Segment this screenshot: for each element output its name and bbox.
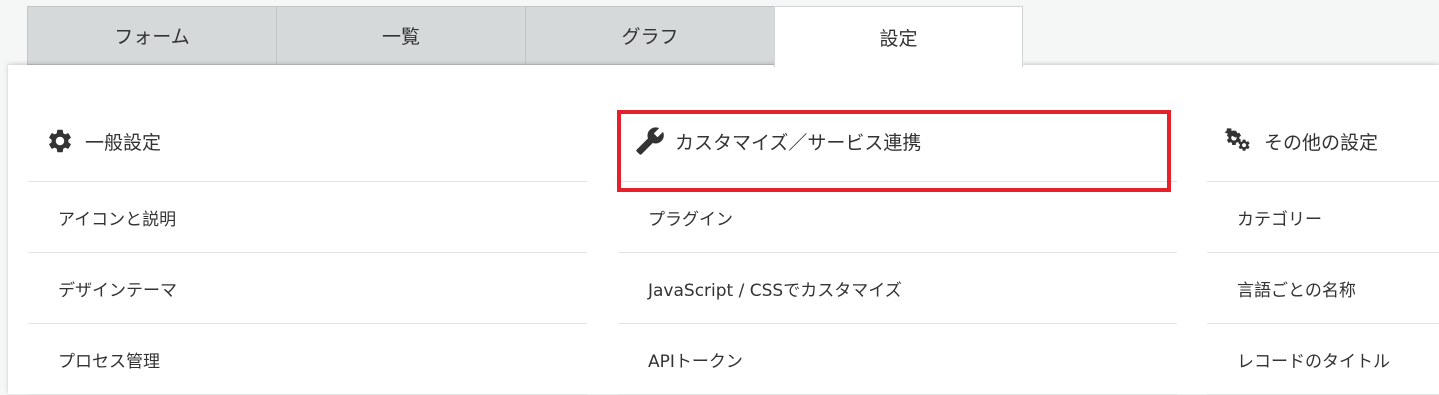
tab-settings[interactable]: 設定 (774, 6, 1023, 67)
settings-panel: 一般設定 アイコンと説明 デザインテーマ プロセス管理 カスタマイズ／サービス連… (8, 65, 1439, 395)
tab-form[interactable]: フォーム (27, 6, 276, 65)
customize-section: カスタマイズ／サービス連携 プラグイン JavaScript / CSSでカスタ… (618, 65, 1177, 395)
section-title-general: 一般設定 (85, 131, 162, 154)
general-settings-section: 一般設定 アイコンと説明 デザインテーマ プロセス管理 (28, 65, 587, 395)
settings-link-record-title[interactable]: レコードのタイトル (1207, 324, 1439, 395)
settings-link-language-names[interactable]: 言語ごとの名称 (1207, 253, 1439, 324)
tab-bar: フォーム 一覧 グラフ 設定 (27, 6, 1023, 67)
gears-icon (1224, 126, 1254, 156)
tab-graph[interactable]: グラフ (525, 6, 774, 65)
other-settings-section: その他の設定 カテゴリー 言語ごとの名称 レコードのタイトル (1207, 65, 1439, 395)
section-title-customize: カスタマイズ／サービス連携 (675, 131, 922, 154)
settings-link-design-theme[interactable]: デザインテーマ (28, 253, 587, 324)
settings-link-process-management[interactable]: プロセス管理 (28, 324, 587, 395)
settings-link-api-token[interactable]: APIトークン (618, 324, 1177, 395)
gear-icon (45, 126, 75, 156)
section-header-customize: カスタマイズ／サービス連携 (618, 65, 1177, 182)
settings-link-category[interactable]: カテゴリー (1207, 182, 1439, 253)
section-title-other: その他の設定 (1264, 131, 1379, 154)
section-header-other: その他の設定 (1207, 65, 1439, 182)
tab-list[interactable]: 一覧 (276, 6, 525, 65)
settings-link-plugins[interactable]: プラグイン (618, 182, 1177, 253)
settings-link-icon-description[interactable]: アイコンと説明 (28, 182, 587, 253)
settings-link-js-css-customize[interactable]: JavaScript / CSSでカスタマイズ (618, 253, 1177, 324)
section-header-general: 一般設定 (28, 65, 587, 182)
wrench-icon (635, 126, 665, 156)
